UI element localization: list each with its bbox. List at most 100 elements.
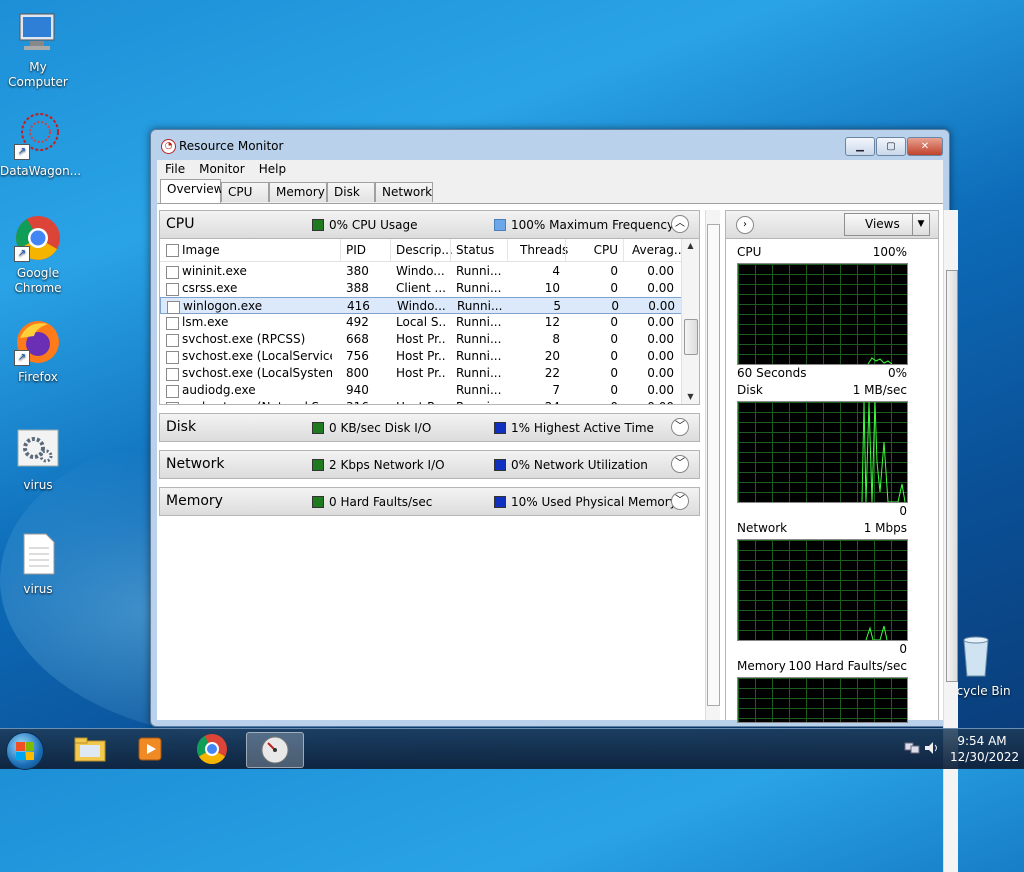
row-checkbox[interactable] [166,351,179,364]
scroll-up-arrow-icon[interactable]: ▲ [682,239,699,253]
row-checkbox[interactable] [166,317,179,330]
table-row[interactable]: winlogon.exe 416 Windo... Runni... 5 0 0.00 [160,297,682,314]
taskbar-resource-monitor[interactable] [246,732,304,768]
table-scrollbar[interactable]: ▲ ▼ [681,239,699,404]
cell-pid: 668 [346,332,369,346]
chevron-up-icon[interactable]: ︿ [671,215,689,233]
col-threads[interactable]: Threads [520,243,568,257]
tab-cpu[interactable]: CPU [221,182,269,202]
select-all-checkbox[interactable] [166,244,179,257]
col-image[interactable]: Image [182,243,220,257]
tab-network[interactable]: Network [375,182,433,202]
green-legend-icon [312,219,324,231]
volume-tray-icon[interactable] [924,741,940,755]
table-row[interactable]: audiodg.exe 940 Runni... 7 0 0.00 [160,382,682,399]
maximize-button[interactable]: ▢ [876,137,906,156]
row-checkbox[interactable] [166,283,179,296]
col-description[interactable]: Descrip... [396,243,453,257]
disk-section-header[interactable]: Disk 0 KB/sec Disk I/O 1% Highest Active… [159,413,700,442]
cell-threads: 20 [544,349,560,363]
scroll-thumb[interactable] [684,319,698,355]
col-pid[interactable]: PID [346,243,366,257]
desktop-icon-chrome[interactable]: ↗ Google Chrome [0,214,76,296]
system-clock[interactable]: 9:54 AM 12/30/2022 [950,733,1019,765]
desktop-icon-label: virus [23,478,53,492]
menu-monitor[interactable]: Monitor [199,160,253,179]
cpu-section-header[interactable]: CPU 0% CPU Usage 100% Maximum Frequency … [159,210,700,239]
taskbar-explorer[interactable] [62,732,118,766]
cell-image: audiodg.exe [182,383,256,397]
cell-image: svchost.exe (LocalServiceNet... [182,349,332,363]
network-tray-icon[interactable] [904,741,920,755]
chrome-icon [196,734,227,765]
graphs-scrollbar[interactable] [943,210,958,872]
scroll-down-arrow-icon[interactable]: ▼ [682,390,699,404]
section-title-disk: Disk [166,419,197,435]
table-row[interactable]: svchost.exe (NetworkService) 316 Host Pr..… [160,399,682,404]
cell-cpu: 0 [610,315,618,329]
dropdown-arrow-icon[interactable]: ▼ [912,214,929,235]
tab-disk[interactable]: Disk [327,182,375,202]
table-row[interactable]: svchost.exe (LocalServiceNet... 756 Host P… [160,348,682,365]
resource-sections: CPU 0% CPU Usage 100% Maximum Frequency … [159,210,700,720]
col-status[interactable]: Status [456,243,494,257]
views-dropdown[interactable]: Views ▼ [844,213,930,236]
taskbar-media-player[interactable] [122,732,178,766]
cell-threads: 12 [544,315,560,329]
folder-icon [74,737,106,762]
table-row[interactable]: wininit.exe 380 Windo... Runni... 4 0 0.00 [160,263,682,280]
cell-avg: 0.00 [647,264,674,278]
taskbar-chrome[interactable] [184,732,240,766]
graph-max-memory: 100 Hard Faults/sec [788,659,907,673]
memory-section-header[interactable]: Memory 0 Hard Faults/sec 10% Used Physic… [159,487,700,516]
table-header: Image PID Descrip... Status Threads CPU … [160,239,699,262]
row-checkbox[interactable] [166,385,179,398]
row-checkbox[interactable] [166,368,179,381]
menu-file[interactable]: File [165,160,193,179]
row-checkbox[interactable] [167,301,180,314]
cell-status: Runni... [456,332,502,346]
tab-overview[interactable]: Overview [160,179,224,203]
cell-image: winlogon.exe [183,299,263,313]
table-row[interactable]: csrss.exe 388 Client ... Runni... 10 0 0.00 [160,280,682,297]
desktop-icon-label: My Computer [8,60,68,89]
col-average[interactable]: Averag... [632,243,685,257]
desktop-icon-datawagon[interactable]: ↗ DataWagon... [0,112,81,179]
desktop-icon-firefox[interactable]: ↗ Firefox [0,318,76,385]
chevron-right-icon[interactable]: › [736,216,754,234]
row-checkbox[interactable] [166,266,179,279]
chevron-down-icon[interactable]: ﹀ [671,418,689,436]
gear-file-icon [14,426,62,474]
resource-monitor-window[interactable]: ◔ Resource Monitor ▁ ▢ ✕ File Monitor He… [150,129,958,872]
network-section-header[interactable]: Network 2 Kbps Network I/O 0% Network Ut… [159,450,700,479]
scroll-thumb[interactable] [707,224,720,706]
cell-status: Runni... [456,366,502,380]
table-row[interactable]: svchost.exe (LocalSystemNet... 800 Host Pr… [160,365,682,382]
table-row[interactable]: lsm.exe 492 Local S... Runni... 12 0 0.00 [160,314,682,331]
title-bar[interactable]: ◔ Resource Monitor ▁ ▢ ✕ [151,130,949,160]
cell-cpu: 0 [610,264,618,278]
desktop-icon-virus-exe[interactable]: virus [0,426,76,493]
firefox-icon: ↗ [14,318,62,366]
cell-cpu: 0 [610,281,618,295]
minimize-button[interactable]: ▁ [845,137,875,156]
section-title-cpu: CPU [166,216,195,232]
desktop-icon-virus-txt[interactable]: virus [0,530,76,597]
row-checkbox[interactable] [166,334,179,347]
cell-image: svchost.exe (NetworkService) [182,400,332,404]
cell-avg: 0.00 [647,315,674,329]
resource-monitor-icon: ◔ [161,139,176,154]
table-row[interactable]: svchost.exe (RPCSS) 668 Host Pr... Runni...… [160,331,682,348]
scroll-thumb[interactable] [946,270,958,682]
tab-memory[interactable]: Memory [269,182,327,202]
graph-label-cpu: CPU [737,245,762,259]
menu-help[interactable]: Help [259,160,294,179]
chevron-down-icon[interactable]: ﹀ [671,455,689,473]
close-button[interactable]: ✕ [907,137,943,156]
col-cpu[interactable]: CPU [580,243,618,257]
desktop-icon-my-computer[interactable]: My Computer [0,8,76,90]
chevron-down-icon[interactable]: ﹀ [671,492,689,510]
left-pane-scrollbar[interactable] [705,210,720,720]
row-checkbox[interactable] [166,402,179,404]
start-button[interactable] [6,732,44,770]
